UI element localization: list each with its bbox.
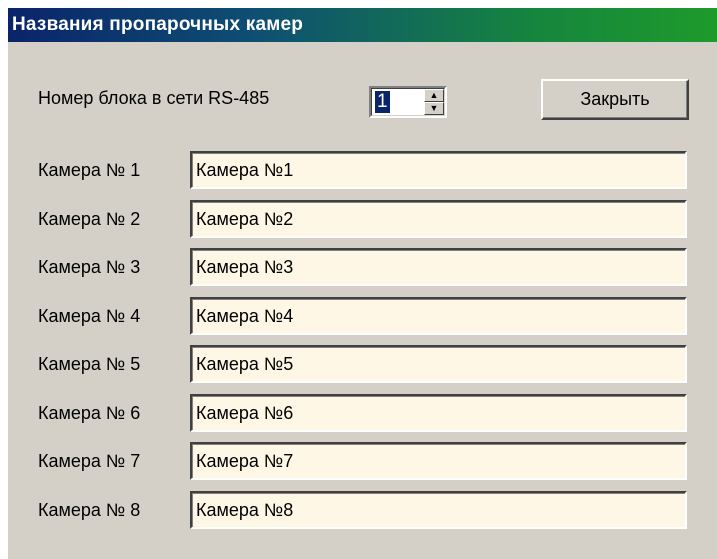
camera-name-field-4[interactable]: Камера №4 (190, 297, 687, 335)
camera-name-field-3[interactable]: Камера №3 (190, 248, 687, 286)
camera-label-8: Камера № 8 (38, 500, 141, 520)
camera-name-field-7[interactable]: Камера №7 (190, 442, 687, 480)
window-title: Названия пропарочных камер (12, 14, 304, 35)
camera-label-3: Камера № 3 (38, 257, 141, 277)
spin-up-button[interactable]: ▲ (424, 89, 444, 102)
block-number-spinner[interactable]: 1 ▲ ▼ (369, 86, 447, 118)
block-number-label: Номер блока в сети RS-485 (38, 88, 270, 108)
spin-down-button[interactable]: ▼ (424, 102, 444, 115)
camera-label-1: Камера № 1 (38, 160, 141, 180)
block-number-input[interactable]: 1 (375, 91, 390, 113)
camera-name-field-5[interactable]: Камера №5 (190, 345, 687, 383)
camera-label-5: Камера № 5 (38, 354, 141, 374)
close-button[interactable]: Закрыть (541, 79, 689, 120)
camera-label-4: Камера № 4 (38, 306, 141, 326)
camera-names-dialog: Названия пропарочных камер Номер блока в… (8, 8, 717, 559)
camera-label-6: Камера № 6 (38, 403, 141, 423)
camera-name-field-2[interactable]: Камера №2 (190, 200, 687, 238)
triangle-up-icon: ▲ (429, 90, 439, 100)
camera-name-field-6[interactable]: Камера №6 (190, 394, 687, 432)
spin-buttons: ▲ ▼ (424, 89, 444, 115)
title-bar[interactable]: Названия пропарочных камер (8, 8, 717, 42)
camera-name-field-8[interactable]: Камера №8 (190, 491, 687, 529)
camera-name-field-1[interactable]: Камера №1 (190, 151, 687, 189)
camera-label-2: Камера № 2 (38, 209, 141, 229)
camera-label-7: Камера № 7 (38, 451, 141, 471)
triangle-down-icon: ▼ (429, 103, 439, 113)
